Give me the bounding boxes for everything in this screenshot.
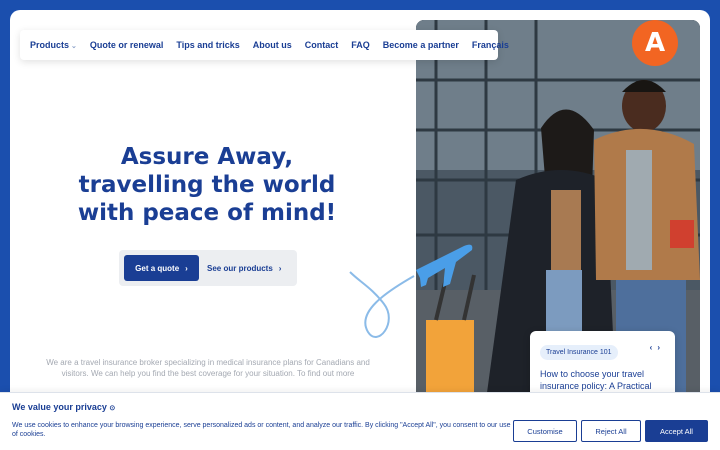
- cookie-title-text: We value your privacy: [12, 402, 107, 412]
- nav-products[interactable]: Products ⌄: [30, 40, 77, 50]
- cookie-text: We use cookies to enhance your browsing …: [12, 422, 511, 438]
- reject-all-button[interactable]: Reject All: [581, 420, 641, 442]
- hero-line-1: Assure Away,: [120, 144, 294, 170]
- nav-products-label: Products: [30, 40, 70, 50]
- card-pagination: ‹›: [650, 343, 665, 352]
- hero-line-3: with peace of mind!: [77, 200, 337, 226]
- nav-quote-renewal[interactable]: Quote or renewal: [90, 40, 164, 50]
- hero-cta-group: Get a quote › See our products ›: [119, 250, 297, 286]
- info-icon: ⊙: [109, 405, 116, 412]
- nav-language-toggle[interactable]: Français: [472, 40, 509, 50]
- get-a-quote-button[interactable]: Get a quote ›: [124, 255, 199, 281]
- article-tag: Travel Insurance 101: [540, 345, 618, 360]
- accept-all-button[interactable]: Accept All: [645, 420, 708, 442]
- nav-contact[interactable]: Contact: [305, 40, 339, 50]
- hero-headline: Assure Away, travelling the world with p…: [60, 143, 354, 227]
- chevron-right-icon[interactable]: ›: [657, 343, 665, 352]
- cookie-banner: We value your privacy ⊙ We use cookies t…: [0, 392, 720, 450]
- article-card[interactable]: Travel Insurance 101 ‹› How to choose yo…: [530, 331, 675, 401]
- nav-faq[interactable]: FAQ: [351, 40, 370, 50]
- nav-about-us[interactable]: About us: [253, 40, 292, 50]
- customise-button[interactable]: Customise: [513, 420, 577, 442]
- see-products-button[interactable]: See our products ›: [207, 264, 281, 273]
- chevron-right-icon: ›: [278, 263, 282, 273]
- see-products-label: See our products: [207, 263, 273, 273]
- assure-away-logo[interactable]: A: [632, 20, 678, 66]
- get-a-quote-label: Get a quote: [135, 263, 180, 273]
- chevron-down-icon: ⌄: [71, 43, 77, 50]
- logo-letter: A: [644, 28, 666, 58]
- chevron-right-icon: ›: [185, 263, 188, 273]
- cookie-title: We value your privacy ⊙: [12, 402, 115, 412]
- nav-tips-tricks[interactable]: Tips and tricks: [176, 40, 239, 50]
- hero-line-2: travelling the world: [78, 172, 336, 198]
- intro-text: We are a travel insurance broker special…: [46, 358, 370, 378]
- article-title: How to choose your travel insurance poli…: [540, 369, 652, 391]
- nav-become-partner[interactable]: Become a partner: [383, 40, 459, 50]
- airplane-icon: [349, 244, 473, 338]
- main-nav: Products ⌄ Quote or renewal Tips and tric…: [20, 30, 509, 60]
